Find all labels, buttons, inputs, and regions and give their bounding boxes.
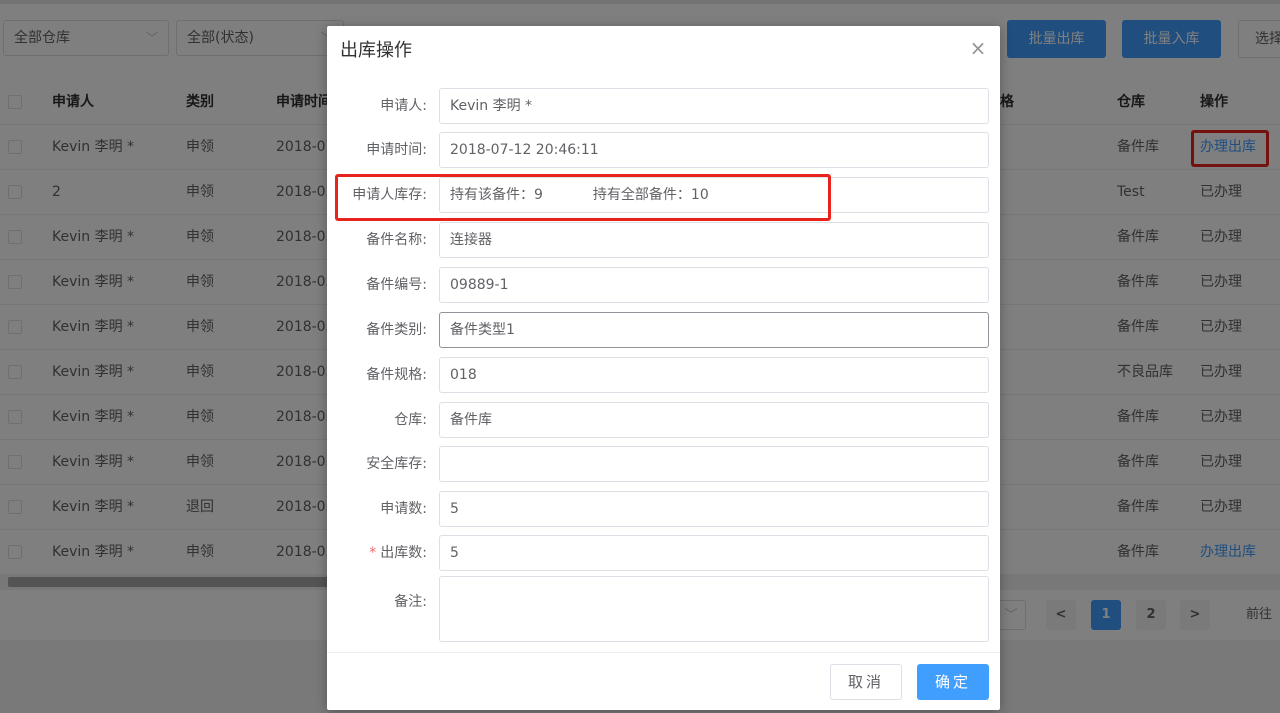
- part-number-input[interactable]: 09889-1: [439, 267, 989, 303]
- dialog-footer-divider: [327, 652, 1000, 653]
- apply-time-input[interactable]: 2018-07-12 20:46:11: [439, 132, 989, 168]
- outbound-dialog: 出库操作 × 申请人: Kevin 李明 * 申请时间: 2018-07-12 …: [327, 26, 1000, 710]
- dialog-title: 出库操作: [340, 40, 412, 61]
- field-apply-qty: 申请数: 5: [327, 491, 1000, 527]
- out-qty-input[interactable]: 5: [439, 535, 989, 571]
- field-part-spec: 备件规格: 018: [327, 357, 1000, 393]
- required-mark: *: [369, 545, 377, 561]
- field-warehouse: 仓库: 备件库: [327, 402, 1000, 438]
- field-applicant: 申请人: Kevin 李明 *: [327, 88, 1000, 124]
- field-part-category: 备件类别: 备件类型1: [327, 312, 1000, 348]
- field-label: 申请时间:: [366, 142, 427, 158]
- dialog-header-divider: [327, 74, 1000, 75]
- part-name-input[interactable]: 连接器: [439, 222, 989, 258]
- field-remark: 备注:: [327, 576, 1000, 642]
- field-label: 备件编号:: [366, 277, 427, 293]
- field-label: 备件规格:: [366, 367, 427, 383]
- applicant-input[interactable]: Kevin 李明 *: [439, 88, 989, 124]
- remark-textarea[interactable]: [439, 576, 989, 642]
- apply-qty-input[interactable]: 5: [439, 491, 989, 527]
- field-safety-stock: 安全库存:: [327, 446, 1000, 482]
- field-label: 备件名称:: [366, 232, 427, 248]
- field-label: 备件类别:: [366, 322, 427, 338]
- field-label: 申请数:: [380, 501, 427, 517]
- highlight-box-stock: [335, 174, 831, 221]
- field-label: * 出库数:: [327, 535, 427, 571]
- field-part-name: 备件名称: 连接器: [327, 222, 1000, 258]
- field-apply-time: 申请时间: 2018-07-12 20:46:11: [327, 132, 1000, 168]
- cancel-button[interactable]: 取消: [830, 664, 902, 700]
- close-icon[interactable]: ×: [968, 38, 988, 58]
- part-spec-input[interactable]: 018: [439, 357, 989, 393]
- field-label: 仓库:: [394, 412, 427, 428]
- safety-stock-input[interactable]: [439, 446, 989, 482]
- field-part-number: 备件编号: 09889-1: [327, 267, 1000, 303]
- out-qty-label: 出库数:: [380, 545, 427, 561]
- field-label: 申请人:: [380, 98, 427, 114]
- field-label: 备注:: [394, 594, 427, 610]
- warehouse-input[interactable]: 备件库: [439, 402, 989, 438]
- confirm-button[interactable]: 确定: [917, 664, 989, 700]
- field-out-qty: * 出库数: 5: [327, 535, 1000, 571]
- part-category-input[interactable]: 备件类型1: [439, 312, 989, 348]
- field-label: 安全库存:: [366, 456, 427, 472]
